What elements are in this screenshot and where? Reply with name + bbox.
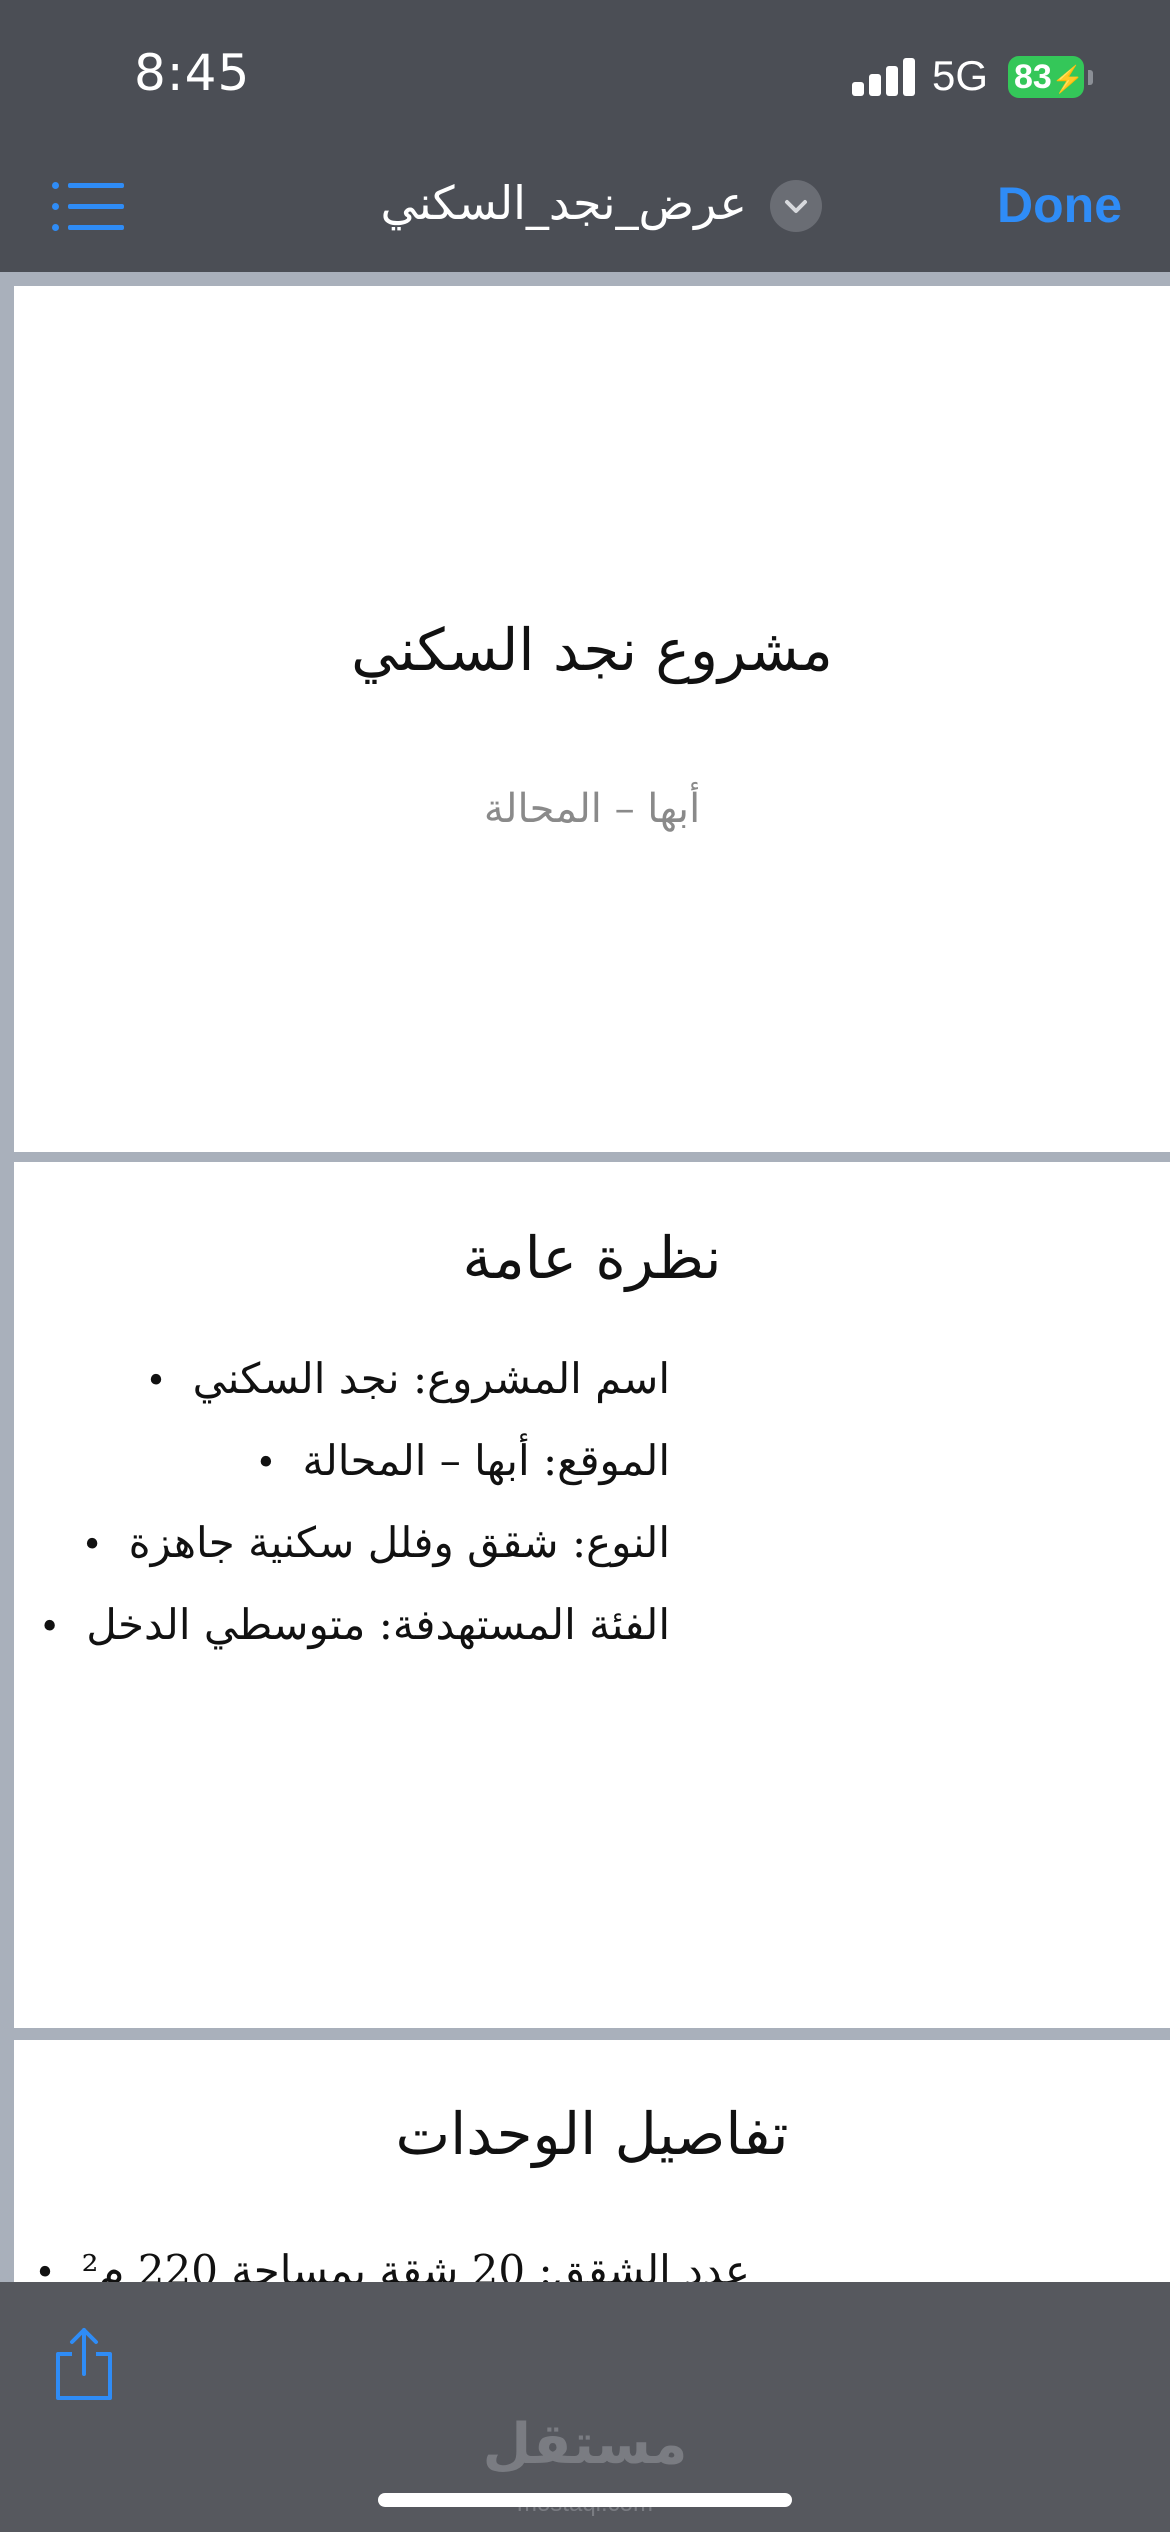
top-bar: 8:45 5G 83⚡ عرض_نجد_السكني Done: [0, 0, 1170, 272]
share-icon[interactable]: [50, 2324, 118, 2404]
slides-area[interactable]: مشروع نجد السكني أبها – المحالة نظرة عام…: [0, 272, 1170, 2290]
network-label: 5G: [932, 52, 989, 99]
slide-3-title: تفاصيل الوحدات: [395, 2100, 789, 2168]
status-time: 8:45: [134, 44, 251, 102]
battery-indicator: 83⚡: [1008, 56, 1084, 98]
list-item: الموقع: أبها – المحالة: [39, 1420, 670, 1502]
slide-title[interactable]: مشروع نجد السكني أبها – المحالة: [14, 286, 1170, 1152]
list-item: النوع: شقق وفلل سكنية جاهزة: [39, 1502, 670, 1584]
done-button[interactable]: Done: [997, 176, 1122, 234]
list-icon[interactable]: [52, 178, 124, 234]
slide-2-title: نظرة عامة: [462, 1224, 722, 1292]
watermark-logo: مستقل: [482, 2412, 688, 2477]
signal-icon: [852, 58, 916, 96]
slide-units[interactable]: تفاصيل الوحدات عدد الشقق: 20 شقة بمساحة …: [14, 2040, 1170, 2290]
slide-1-title: مشروع نجد السكني: [351, 616, 833, 684]
charging-bolt-icon: ⚡: [1051, 64, 1085, 94]
slide-1-subtitle: أبها – المحالة: [483, 786, 701, 832]
battery-nub: [1088, 70, 1093, 85]
chevron-down-icon: [785, 200, 807, 213]
slide-overview[interactable]: نظرة عامة اسم المشروع: نجد السكني الموقع…: [14, 1162, 1170, 2028]
list-item: الفئة المستهدفة: متوسطي الدخل: [39, 1584, 670, 1666]
title-menu-button[interactable]: [770, 180, 822, 232]
document-title[interactable]: عرض_نجد_السكني: [380, 176, 747, 230]
home-indicator[interactable]: [378, 2493, 792, 2507]
overview-list: اسم المشروع: نجد السكني الموقع: أبها – ا…: [39, 1338, 670, 1666]
list-item: اسم المشروع: نجد السكني: [39, 1338, 670, 1420]
battery-level: 83: [1014, 58, 1052, 96]
screen: 8:45 5G 83⚡ عرض_نجد_السكني Done مشروع نج…: [0, 0, 1170, 2532]
